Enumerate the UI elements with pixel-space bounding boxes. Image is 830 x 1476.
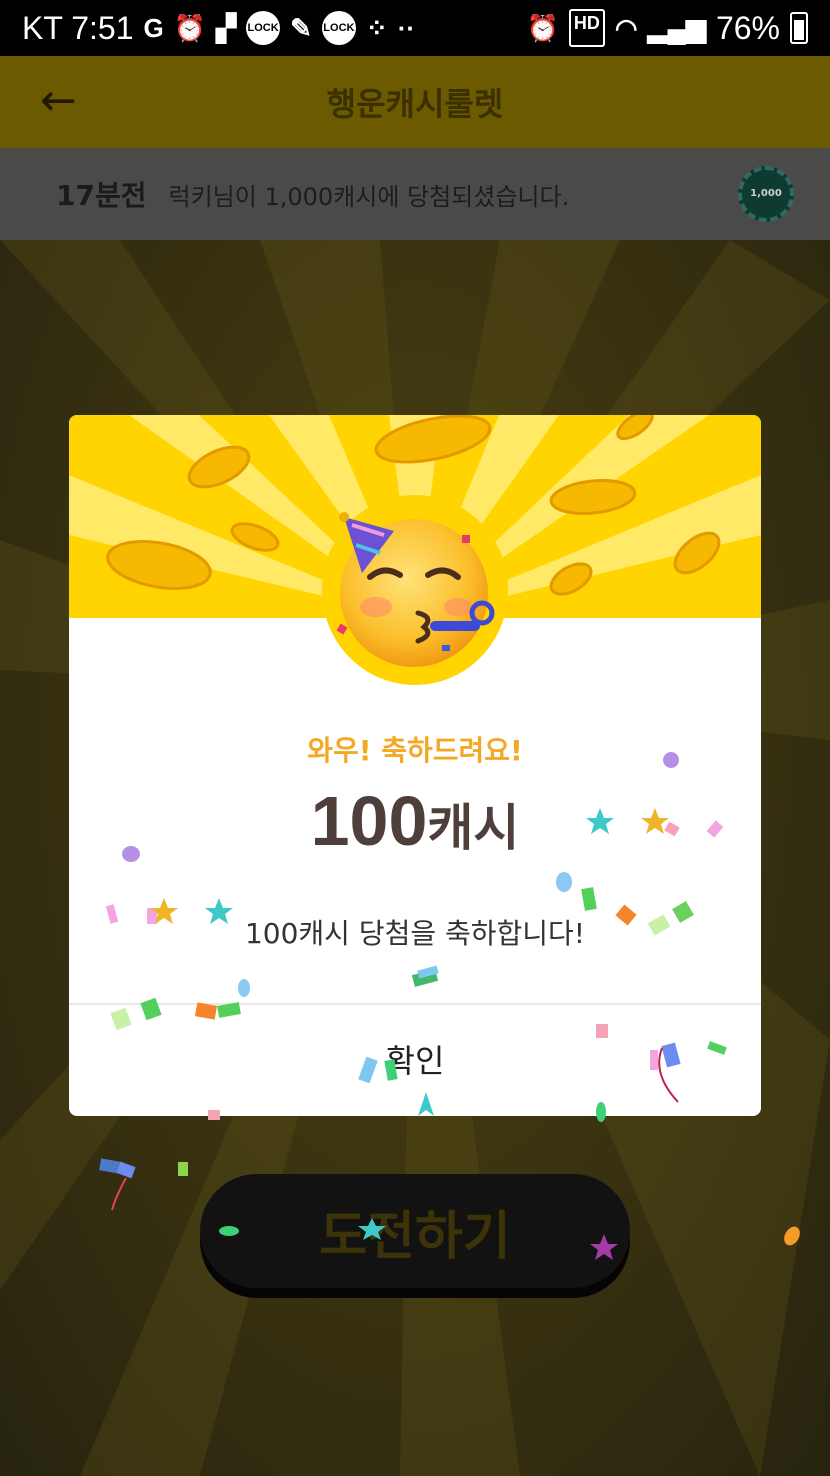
back-arrow-icon[interactable]: ← [40,78,90,128]
google-icon: G [143,13,164,43]
ticker-time: 17분전 [56,179,147,212]
wifi-icon: ◠ [614,13,638,43]
page-title: 행운캐시룰렛 [326,85,504,123]
app-bar: ← 행운캐시룰렛 [0,56,830,148]
app-icon: ▞ [216,13,237,43]
lock-app-icon: LOCK [246,11,281,45]
challenge-button[interactable]: 도전하기 [200,1174,630,1288]
hd-icon: HD [568,9,605,47]
prize-description: 100캐시 당첨을 축하합니다! [244,917,586,950]
status-bar: KT 7:51 G ⏰ ▞ LOCK ✎ LOCK ⁘ ·· ⏰ HD ◠ ▂▄… [0,0,830,56]
signal-icon: ▂▄▆ [647,13,706,43]
prize-amount-unit: 캐시 [427,799,520,857]
feather-icon: ✎ [290,13,312,43]
emoji-badge [322,495,508,685]
coin-chip-icon: 1,000 [738,166,794,222]
lock-app-icon-2: LOCK [321,11,356,45]
alarm-icon: ⏰ [173,13,207,43]
prize-amount-number: 100 [310,782,428,860]
party-face-icon [336,512,495,667]
confirm-button[interactable]: 확인 [69,1005,761,1116]
battery-icon [790,12,808,44]
ticker-message: 럭키님이 1,000캐시에 당첨되셨습니다. [168,182,570,211]
winner-ticker: 17분전 럭키님이 1,000캐시에 당첨되셨습니다. 1,000 [0,148,830,240]
congrats-dialog: 와우! 축하드려요! 100캐시 100캐시 당첨을 축하합니다! 확인 [69,415,761,1116]
prize-amount: 100캐시 [69,781,761,861]
carrier-time: KT 7:51 [22,9,134,46]
battery-percent: 76% [715,9,780,46]
alarm-icon-right: ⏰ [526,13,559,43]
congrats-heading: 와우! 축하드려요! [307,734,523,767]
more-notifications-icon: ·· [397,13,416,43]
grid-icon: ⁘ [365,13,388,43]
